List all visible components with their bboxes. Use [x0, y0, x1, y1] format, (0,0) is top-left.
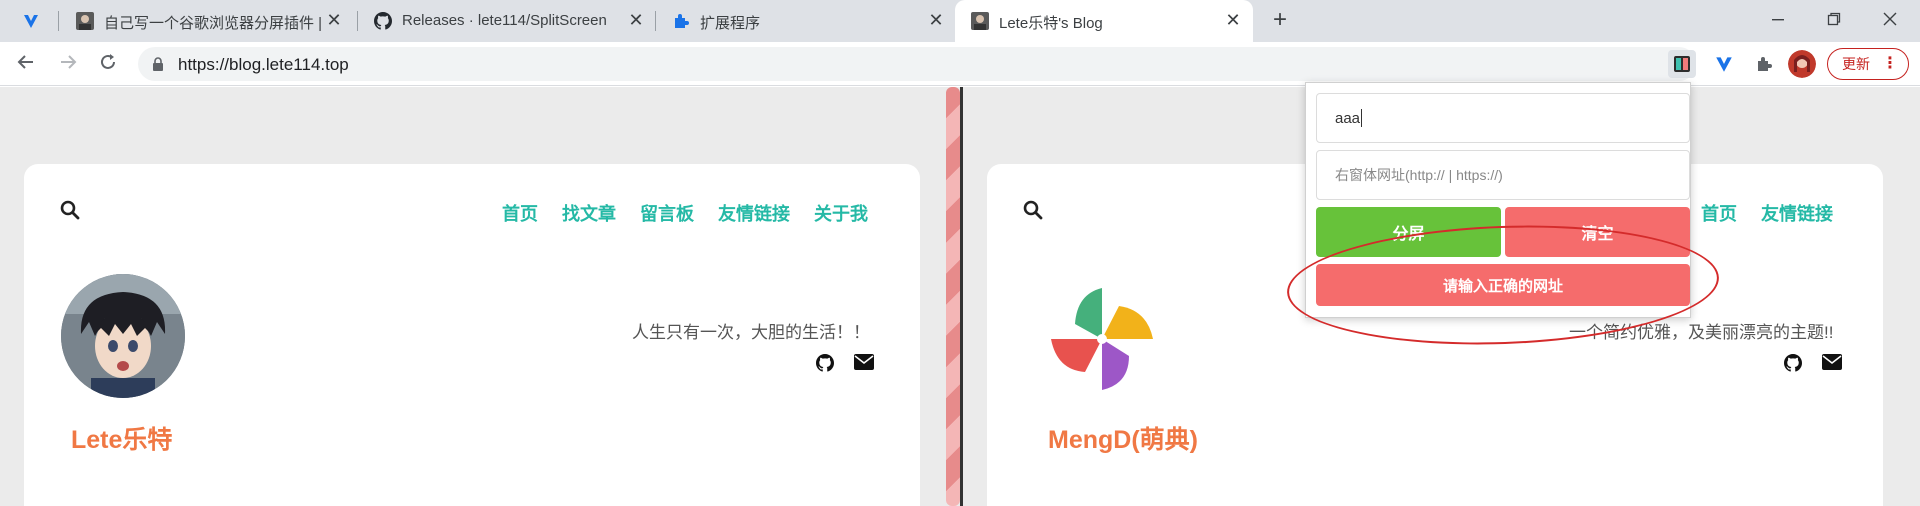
- right-url-placeholder: 右窗体网址(http:// | https://): [1335, 167, 1503, 183]
- left-scrollbar[interactable]: [946, 87, 960, 506]
- forward-arrow-icon[interactable]: [56, 52, 80, 76]
- nav-guestbook[interactable]: 留言板: [640, 200, 694, 226]
- split-button[interactable]: 分屏: [1316, 207, 1501, 257]
- tab-github-releases[interactable]: Releases · lete114/SplitScreen ✕: [358, 0, 654, 42]
- left-url-input[interactable]: aaa: [1316, 93, 1690, 143]
- tab-lete-blog[interactable]: Lete乐特's Blog ✕: [955, 0, 1253, 42]
- github-icon[interactable]: [1784, 354, 1802, 377]
- profile-avatar[interactable]: [1788, 50, 1816, 78]
- restore-icon[interactable]: [1822, 8, 1846, 32]
- nav-find-articles[interactable]: 找文章: [562, 200, 616, 226]
- nav-about[interactable]: 关于我: [814, 200, 868, 226]
- puzzle-icon: [672, 12, 690, 30]
- social-links: [1784, 354, 1842, 377]
- right-url-input[interactable]: 右窗体网址(http:// | https://): [1316, 150, 1690, 200]
- close-icon[interactable]: ✕: [1223, 10, 1243, 30]
- splitscreen-extension-icon[interactable]: [1668, 50, 1696, 78]
- nav-friend-links[interactable]: 友情链接: [718, 200, 790, 226]
- clear-label: 清空: [1581, 226, 1614, 243]
- tab-pinned[interactable]: [0, 0, 56, 42]
- close-icon[interactable]: ✕: [626, 10, 646, 30]
- avatar-icon: [76, 12, 94, 30]
- close-icon[interactable]: ✕: [926, 10, 946, 30]
- search-icon[interactable]: [1023, 200, 1043, 225]
- update-button[interactable]: 更新 ⋮: [1827, 48, 1909, 80]
- browser-toolbar: https://blog.lete114.top ☆ 更新 ⋮: [0, 42, 1920, 86]
- avatar: [61, 274, 185, 398]
- theme-motto: 一个简约优雅，及美丽漂亮的主题!!: [1569, 323, 1834, 342]
- vivaldi-v-icon: [22, 12, 40, 30]
- github-icon[interactable]: [816, 354, 834, 377]
- tab-separator: [58, 11, 59, 31]
- nav-home[interactable]: 首页: [1701, 200, 1737, 226]
- more-vert-icon[interactable]: ⋮: [1882, 53, 1898, 73]
- close-icon[interactable]: ✕: [324, 10, 344, 30]
- blog-motto: 人生只有一次，大胆的生活！！: [632, 323, 870, 342]
- main-nav: 首页 友情链接: [1701, 200, 1833, 226]
- nav-friend-links[interactable]: 友情链接: [1761, 200, 1833, 226]
- minimize-icon[interactable]: [1766, 8, 1790, 32]
- split-label: 分屏: [1392, 226, 1425, 243]
- url-text: https://blog.lete114.top: [178, 55, 349, 74]
- tab-strip: 自己写一个谷歌浏览器分屏插件 | ✕ Releases · lete114/Sp…: [0, 0, 1920, 42]
- error-message-button[interactable]: 请输入正确的网址: [1316, 264, 1690, 306]
- vivaldi-v-icon[interactable]: [1710, 50, 1738, 78]
- text-cursor: [1361, 109, 1363, 127]
- tab-blog-article[interactable]: 自己写一个谷歌浏览器分屏插件 | ✕: [60, 0, 352, 42]
- blog-author-name: Lete乐特: [71, 426, 173, 454]
- window-close-icon[interactable]: [1878, 8, 1902, 32]
- github-icon: [374, 12, 392, 30]
- back-arrow-icon[interactable]: [14, 52, 38, 76]
- theme-author-name: MengD(萌典): [1048, 426, 1198, 454]
- email-icon[interactable]: [854, 354, 874, 377]
- tab-extensions[interactable]: 扩展程序 ✕: [656, 0, 954, 42]
- main-nav: 首页 找文章 留言板 友情链接 关于我: [502, 200, 868, 226]
- tab-title: 扩展程序: [700, 15, 761, 32]
- error-label: 请输入正确的网址: [1442, 277, 1563, 295]
- tab-title: Lete乐特's Blog: [999, 15, 1103, 32]
- social-links: [816, 354, 874, 377]
- blog-header-card: 首页 找文章 留言板 友情链接 关于我 人生只有一次，大胆的生活！！ Lete乐…: [24, 164, 920, 506]
- lock-icon: [152, 57, 164, 76]
- tab-title: Releases · lete114/SplitScreen: [402, 12, 607, 29]
- extensions-puzzle-icon[interactable]: [1750, 50, 1778, 78]
- address-bar[interactable]: https://blog.lete114.top ☆: [138, 47, 1696, 81]
- reload-icon[interactable]: [96, 52, 120, 76]
- avatar-icon: [971, 12, 989, 30]
- splitscreen-popup: aaa 右窗体网址(http:// | https://) 分屏 清空 请输入正…: [1305, 82, 1691, 318]
- left-pane: 首页 找文章 留言板 友情链接 关于我 人生只有一次，大胆的生活！！ Lete乐…: [0, 87, 960, 506]
- update-label: 更新: [1842, 56, 1870, 72]
- pinwheel-logo: [1037, 274, 1167, 404]
- nav-home[interactable]: 首页: [502, 200, 538, 226]
- search-icon[interactable]: [60, 200, 80, 225]
- tab-title: 自己写一个谷歌浏览器分屏插件 |: [104, 15, 323, 32]
- clear-button[interactable]: 清空: [1505, 207, 1690, 257]
- email-icon[interactable]: [1822, 354, 1842, 377]
- new-tab-button[interactable]: +: [1268, 8, 1292, 33]
- left-url-value: aaa: [1335, 109, 1361, 127]
